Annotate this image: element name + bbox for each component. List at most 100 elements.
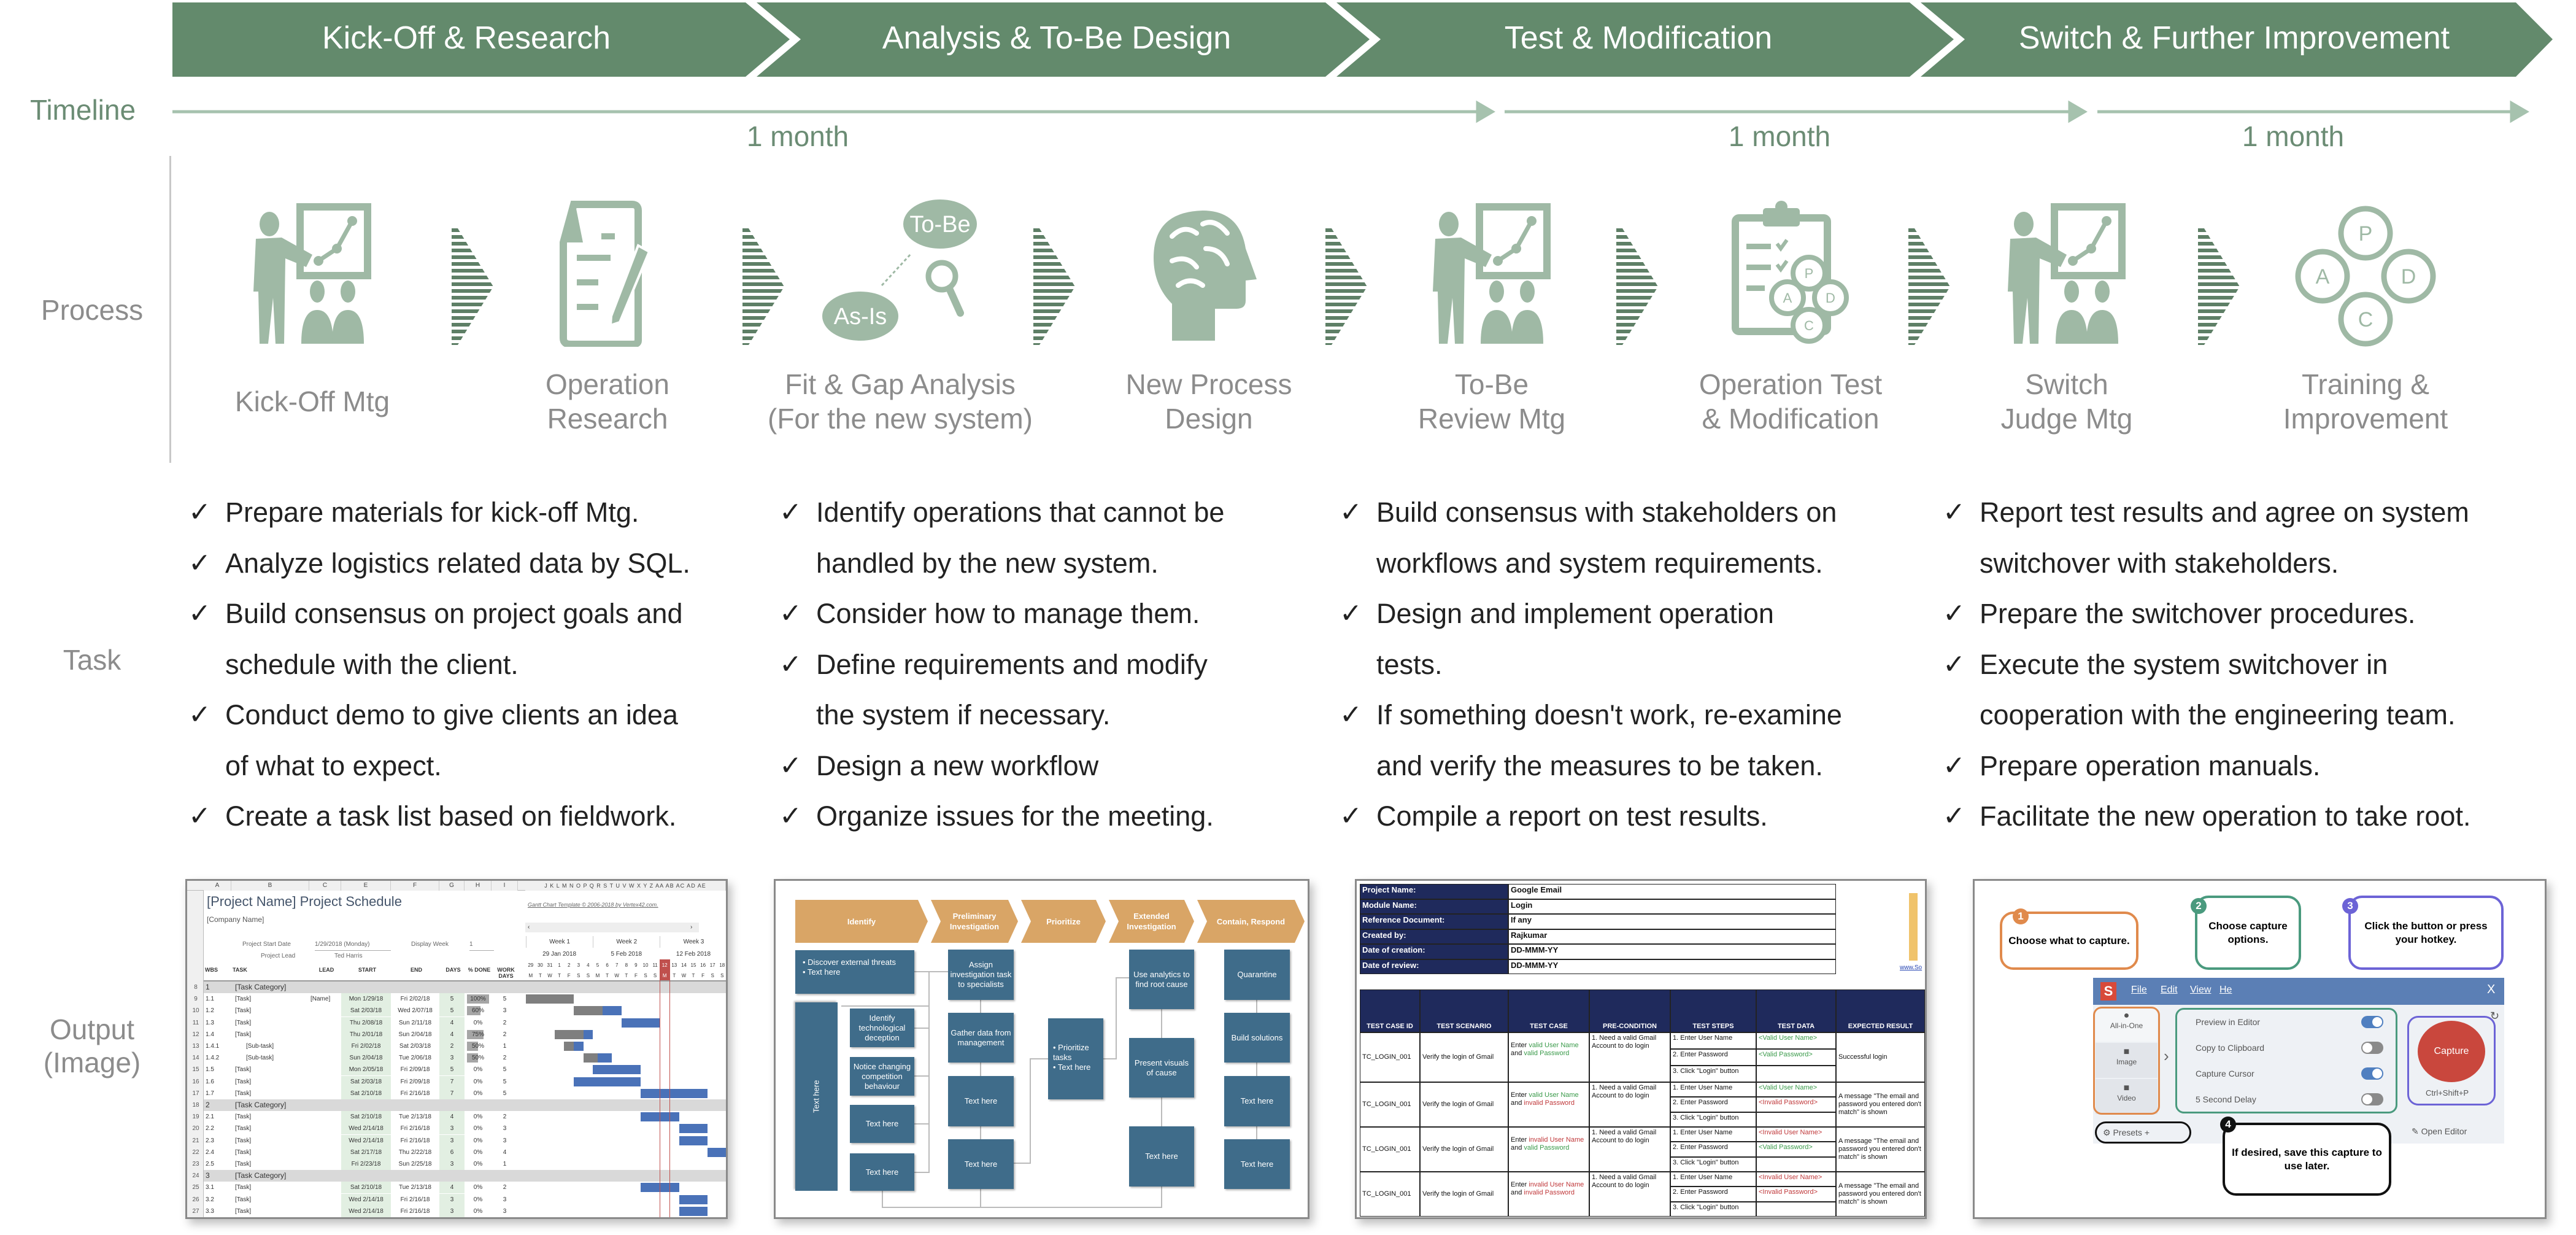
test-data xyxy=(1756,1156,1836,1172)
task-text: Execute the system switchover in xyxy=(1980,648,2388,680)
output-gantt-schedule-image: ABCEFGHI J K L M N O P Q R S T U V W X Y … xyxy=(185,879,728,1219)
row-number: 11 xyxy=(192,1019,199,1026)
toggle-knob xyxy=(2362,1043,2372,1053)
task-cell: [Sub-task] xyxy=(246,1043,274,1050)
gantt-bar xyxy=(679,1124,708,1134)
pdca-p: P xyxy=(1805,266,1814,281)
task-text: handled by the new system. xyxy=(816,547,1159,579)
scroll-right-icon: › xyxy=(690,924,693,931)
test-step: 1. Enter User Name xyxy=(1670,1172,1756,1187)
box-preliminary: Text here xyxy=(948,1139,1014,1189)
percent-done-cell: 75% xyxy=(471,1031,484,1038)
row-number: 23 xyxy=(192,1161,199,1167)
task-item: ✓ Define requirements and modify the syste… xyxy=(779,640,1208,741)
days-cell: 6 xyxy=(450,1148,454,1156)
open-editor-button[interactable]: ✎ Open Editor xyxy=(2412,1126,2467,1137)
task-cell: [Task] xyxy=(235,1161,252,1167)
days-cell: 5 xyxy=(450,1066,454,1074)
wbs-cell: 1.1 xyxy=(206,996,214,1003)
menu-view[interactable]: View xyxy=(2190,985,2211,996)
wbs-cell: 1.4.1 xyxy=(206,1043,220,1050)
output-test-case-sheet-image: Project Name: Google Email Module Name: Log… xyxy=(1355,879,1927,1219)
row-label-output-image: (Image) xyxy=(43,1047,141,1078)
option-toggle[interactable] xyxy=(2361,1067,2383,1080)
gantt-bar xyxy=(622,1018,660,1028)
close-icon[interactable]: X xyxy=(2487,983,2495,997)
expected-result: Successful login xyxy=(1836,1032,1925,1082)
start-cell: Fri 2/02/18 xyxy=(351,1043,381,1050)
row-label-task: Task xyxy=(63,644,121,676)
percent-done-cell: 0% xyxy=(473,1161,483,1167)
expected-result: A message "The email and password you en… xyxy=(1836,1172,1925,1217)
toggle-knob xyxy=(2372,1069,2382,1078)
task-item: ✓ Identify operations that cannot be handl… xyxy=(779,487,1224,589)
task-text: Build consensus on project goals and xyxy=(225,598,683,629)
days-cell: 7 xyxy=(450,1090,454,1097)
task-cell: [Task] xyxy=(235,1066,252,1074)
option-toggle[interactable] xyxy=(2361,1042,2383,1054)
row-number: 9 xyxy=(194,996,198,1003)
end-cell: Fri 2/16/18 xyxy=(400,1090,430,1097)
checkmark-icon: ✓ xyxy=(1943,801,1965,831)
task-cell: [Task] xyxy=(235,1031,252,1038)
table-header: TEST DATA xyxy=(1756,989,1836,1032)
output-workflow-diagram-image: Identify Preliminary Investigation Priorit… xyxy=(774,879,1309,1219)
start-date-label: Project Start Date xyxy=(242,941,291,948)
work-days-cell: 5 xyxy=(503,1078,507,1085)
days-cell: 4 xyxy=(450,1031,454,1038)
test-step: 3. Click "Login" button xyxy=(1670,1112,1756,1127)
box-left: Identify technological deception xyxy=(850,1009,914,1047)
bullet-item: • Text here xyxy=(803,967,841,977)
task-text: Build consensus with stakeholders on xyxy=(1376,497,1837,528)
option-toggle[interactable] xyxy=(2361,1093,2383,1105)
checkmark-icon: ✓ xyxy=(779,497,802,527)
menu-file[interactable]: File xyxy=(2131,985,2147,996)
column-header: END xyxy=(410,967,422,973)
start-cell: Sun 2/04/18 xyxy=(349,1055,383,1062)
task-text: Define requirements and modify xyxy=(816,648,1208,680)
hotkey-label: Ctrl+Shift+P xyxy=(2426,1088,2469,1098)
percent-done-cell: 0% xyxy=(473,1019,483,1026)
box-preliminary: Assign investigation task to specialists xyxy=(948,950,1014,1000)
option-toggle[interactable] xyxy=(2361,1016,2383,1028)
task-cell: [Task] xyxy=(235,1007,252,1015)
task-text: If something doesn't work, re-examine xyxy=(1376,699,1842,730)
week-date: 29 Jan 2018 xyxy=(542,951,577,958)
task-cell: [Task] xyxy=(235,1125,252,1132)
test-case-part: Enter xyxy=(1511,1181,1529,1188)
work-days-cell: 3 xyxy=(503,1125,507,1132)
task-text: Design and implement operation xyxy=(1376,598,1774,629)
menu-he[interactable]: He xyxy=(2219,985,2232,996)
menu-edit[interactable]: Edit xyxy=(2161,985,2178,996)
end-cell: Fri 2/16/18 xyxy=(400,1196,430,1203)
task-cell: [Task] xyxy=(235,1184,252,1191)
checkmark-icon: ✓ xyxy=(188,801,211,831)
task-cell: [Task] xyxy=(235,1078,252,1085)
process-step-label: To-Be Review Mtg xyxy=(1417,368,1566,435)
task-text: schedule with the client. xyxy=(225,648,519,680)
phase-2-label: Analysis & To-Be Design xyxy=(882,20,1232,56)
week-date: 5 Feb 2018 xyxy=(611,951,642,958)
website-link: www.So xyxy=(1900,964,1922,971)
row-number: 26 xyxy=(192,1196,199,1203)
presets-button[interactable]: ⚙ Presets + xyxy=(2095,1121,2191,1144)
gantt-bar-done xyxy=(554,1029,584,1039)
expected-result: A message "The email and password you en… xyxy=(1836,1127,1925,1172)
task-text: Consider how to manage them. xyxy=(816,598,1200,629)
bullet-item: • Discover external threats xyxy=(803,958,896,967)
test-step: 2. Enter Password xyxy=(1670,1049,1756,1066)
test-step: 1. Enter User Name xyxy=(1670,1032,1756,1049)
test-case-id: TC_LOGIN_001 xyxy=(1360,1127,1420,1172)
task-item: ✓ If something doesn't work, re-examine an… xyxy=(1340,690,1842,791)
wbs-cell: 2.5 xyxy=(206,1161,214,1167)
table-header: EXPECTED RESULT xyxy=(1836,989,1925,1032)
column-header: START xyxy=(358,967,377,973)
days-cell: 7 xyxy=(450,1078,454,1085)
checkmark-icon: ✓ xyxy=(188,548,211,578)
test-case-id: TC_LOGIN_001 xyxy=(1360,1032,1420,1082)
column-letter: I xyxy=(492,881,518,891)
end-cell: Fri 2/16/18 xyxy=(400,1137,430,1144)
gantt-bar xyxy=(641,1088,708,1098)
pdca-a: A xyxy=(2316,265,2330,288)
start-cell: Sat 2/10/18 xyxy=(350,1090,382,1097)
